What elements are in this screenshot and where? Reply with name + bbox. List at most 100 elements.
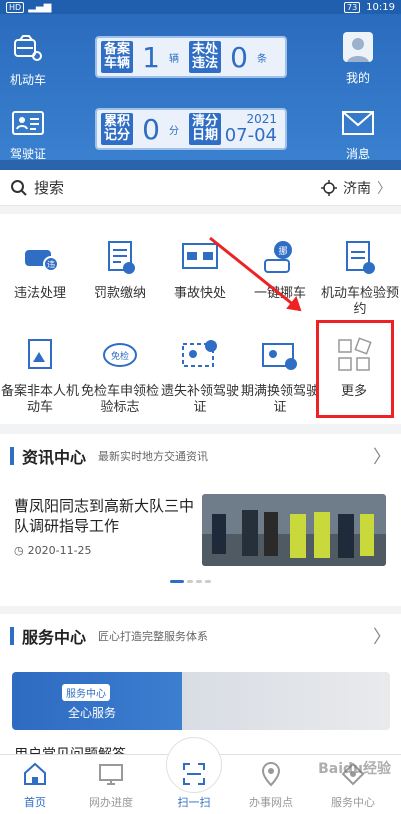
grid-item-renew-license[interactable]: 期满换领驾驶证 [240, 336, 320, 416]
grid-item-lost-license[interactable]: 遗失补领驾驶证 [160, 336, 240, 416]
search-label: 搜索 [34, 179, 65, 197]
tab-scan[interactable]: 扫一扫 [159, 761, 229, 810]
chevron-right-icon: 〉 [377, 180, 391, 197]
inspection-icon [346, 241, 375, 274]
battery-icon: 73 [343, 1, 361, 13]
header-decoration [0, 160, 401, 170]
carousel-dot[interactable] [196, 580, 202, 583]
news-date-text: 2020-11-25 [27, 544, 92, 557]
service-section: 服务中心 匠心打造完整服务体系 〉 服务中心 全心服务 用户常见问题解答 [0, 614, 401, 763]
locate-icon [321, 179, 337, 196]
monitor-icon [99, 764, 123, 785]
tab-label: 网办进度 [89, 796, 133, 809]
clock-icon: ◷ [14, 544, 24, 557]
tab-label: 首页 [24, 796, 46, 809]
scan-icon [183, 763, 205, 785]
grid-label: 期满换领驾驶证 [240, 384, 319, 415]
mine-label: 我的 [345, 71, 370, 85]
exempt-badge-icon: 免检 [103, 343, 137, 367]
carousel-dot[interactable] [187, 580, 193, 583]
more-highlight-box [316, 320, 394, 418]
points-unit: 分 [169, 125, 179, 137]
service-title: 服务中心 [22, 628, 87, 647]
points-value: 0 [142, 112, 160, 146]
home-icon [24, 762, 46, 785]
svg-text:免检: 免检 [111, 350, 129, 362]
carousel-dot[interactable] [170, 580, 184, 583]
car-icon [14, 35, 42, 61]
avatar-icon [343, 32, 373, 62]
city-selector[interactable]: 济南 〉 [321, 178, 391, 198]
svg-text:挪: 挪 [278, 245, 287, 257]
register-doc-icon [28, 339, 52, 369]
vehicle-button[interactable]: 机动车 [0, 34, 56, 88]
violation-unit: 条 [257, 53, 267, 65]
mine-button[interactable]: 我的 [330, 32, 386, 86]
chevron-right-icon: 〉 [373, 447, 391, 468]
vehicle-summary-panel[interactable]: 备案车辆 1 辆 未处违法 0 条 [95, 36, 287, 78]
accident-icon [182, 243, 218, 269]
license-summary-panel[interactable]: 累积记分 0 分 清分日期 2021 07-04 [95, 108, 287, 150]
location-pin-icon [261, 761, 281, 787]
grid-item-register-other[interactable]: 备案非本人机动车 [0, 336, 80, 416]
carousel-dot[interactable] [205, 580, 211, 583]
points-label: 累积记分 [101, 113, 133, 145]
search-icon [11, 179, 27, 196]
grid-item-move-car[interactable]: 挪 一键挪车 [240, 238, 320, 302]
search-bar[interactable]: 搜索 济南 〉 [0, 170, 401, 206]
news-title: 资讯中心 [22, 448, 87, 467]
violations-label: 未处违法 [189, 41, 221, 73]
clear-date: 2021 07-04 [221, 111, 281, 146]
renew-license-icon [262, 343, 297, 370]
svg-text:违: 违 [47, 260, 55, 269]
app-screen: HD ▂▄▆ 73 10:19 机动车 驾驶证 备案车辆 1 辆 未处违法 0 … [0, 0, 401, 814]
tab-label: 办事网点 [249, 796, 293, 809]
header: 机动车 驾驶证 备案车辆 1 辆 未处违法 0 条 累积记分 0 分 清分日期 … [0, 14, 401, 170]
tab-home[interactable]: 首页 [0, 761, 70, 810]
news-headline[interactable]: 曹凤阳同志到高新大队三中队调研指导工作 [14, 496, 194, 536]
service-banner-text: 全心服务 [68, 706, 117, 720]
registered-vehicles-label: 备案车辆 [101, 41, 133, 73]
grid-item-exempt-label[interactable]: 免检 免检车申领检验标志 [80, 336, 160, 416]
id-card-icon [12, 111, 44, 135]
message-button[interactable]: 消息 [330, 108, 386, 162]
tab-progress[interactable]: 网办进度 [76, 761, 146, 810]
license-button[interactable]: 驾驶证 [0, 108, 56, 162]
grid-label: 免检车申领检验标志 [80, 384, 159, 415]
violations-count: 0 [230, 40, 248, 74]
service-banner[interactable]: 服务中心 全心服务 [12, 672, 390, 730]
lost-license-icon [182, 340, 217, 367]
grid-label: 遗失补领驾驶证 [160, 384, 239, 415]
grid-item-inspection[interactable]: 机动车检验预约 [320, 238, 400, 318]
carousel-dots[interactable] [170, 580, 211, 583]
clear-date-label: 清分日期 [189, 113, 221, 145]
news-header[interactable]: 资讯中心 最新实时地方交通资讯 〉 [0, 434, 401, 478]
news-date: ◷ 2020-11-25 [14, 544, 92, 557]
tab-label: 服务中心 [331, 796, 375, 809]
vehicle-label: 机动车 [9, 73, 46, 87]
hd-badge: HD [6, 1, 25, 13]
clock: 10:19 [366, 1, 395, 13]
grid-item-accident[interactable]: 事故快处 [160, 238, 240, 302]
news-section: 资讯中心 最新实时地方交通资讯 〉 曹凤阳同志到高新大队三中队调研指导工作 ◷ … [0, 434, 401, 606]
vehicle-unit: 辆 [169, 53, 179, 65]
violation-car-icon: 违 [25, 250, 59, 272]
mail-icon [342, 111, 374, 135]
fine-doc-icon [108, 241, 135, 274]
news-photo[interactable] [202, 494, 386, 566]
service-header[interactable]: 服务中心 匠心打造完整服务体系 〉 [0, 614, 401, 658]
chevron-right-icon: 〉 [373, 627, 391, 648]
grid-label: 违法处理 [13, 286, 66, 301]
tab-offices[interactable]: 办事网点 [236, 761, 306, 810]
service-banner-tag: 服务中心 [62, 684, 110, 701]
grid-label: 机动车检验预约 [320, 286, 399, 317]
watermark: Baidu经验 [318, 761, 391, 777]
clear-date-year: 2021 [246, 111, 277, 126]
clear-date-day: 07-04 [224, 124, 277, 146]
signal-icon: ▂▄▆ [28, 1, 52, 13]
grid-item-violation[interactable]: 违 违法处理 [0, 238, 80, 302]
move-car-icon: 挪 [264, 241, 292, 273]
registered-vehicles-count: 1 [142, 40, 160, 74]
grid-item-fine[interactable]: 罚款缴纳 [80, 238, 160, 302]
status-bar: HD ▂▄▆ 73 10:19 [0, 0, 401, 14]
